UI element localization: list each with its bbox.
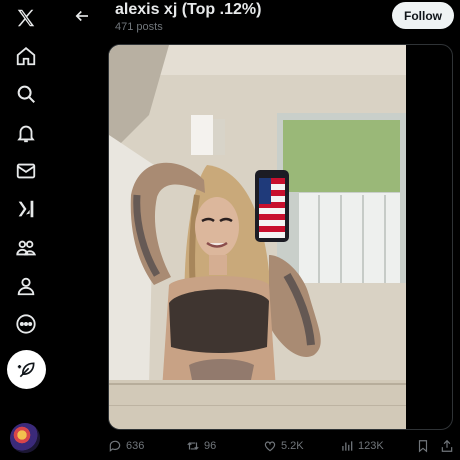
profile-icon[interactable]: [8, 268, 44, 304]
like-button[interactable]: 5.2K: [263, 436, 304, 456]
repost-icon: [187, 442, 199, 450]
communities-icon[interactable]: [8, 230, 44, 266]
reply-icon: [109, 440, 121, 452]
heart-icon: [264, 441, 276, 452]
repost-button[interactable]: 96: [186, 436, 216, 456]
back-arrow-icon[interactable]: [70, 6, 94, 26]
home-icon[interactable]: [8, 38, 44, 74]
bookmark-icon: [418, 440, 428, 453]
profile-header: alexis xj (Top .12%) 471 posts Follow: [54, 0, 460, 40]
share-icon: [441, 439, 453, 452]
bookmark-button[interactable]: [416, 436, 430, 456]
follow-button[interactable]: Follow: [392, 2, 454, 29]
reply-count: 636: [126, 440, 145, 452]
post-count: 471 posts: [115, 21, 163, 33]
mail-icon[interactable]: [8, 153, 44, 189]
views-chart-icon: [342, 441, 353, 451]
repost-count: 96: [204, 440, 217, 452]
share-button[interactable]: [440, 436, 454, 456]
grok-icon[interactable]: [8, 191, 44, 227]
feather-icon: [17, 361, 35, 377]
view-count: 123K: [358, 440, 384, 452]
x-logo-icon[interactable]: [8, 0, 44, 36]
views-button[interactable]: 123K: [340, 436, 384, 456]
reply-button[interactable]: 636: [108, 436, 144, 456]
post-media-frame: [108, 44, 453, 430]
like-count: 5.2K: [281, 440, 304, 452]
compose-post-button[interactable]: [7, 350, 46, 389]
bell-icon[interactable]: [8, 115, 44, 151]
post-actions: 636 96 5.2K 123K: [108, 436, 460, 458]
post-photo[interactable]: [109, 45, 406, 429]
account-avatar[interactable]: [10, 423, 40, 453]
more-icon[interactable]: [8, 306, 44, 342]
page-title: alexis xj (Top .12%): [115, 1, 262, 18]
search-icon[interactable]: [8, 76, 44, 112]
nav-rail: [0, 0, 54, 460]
